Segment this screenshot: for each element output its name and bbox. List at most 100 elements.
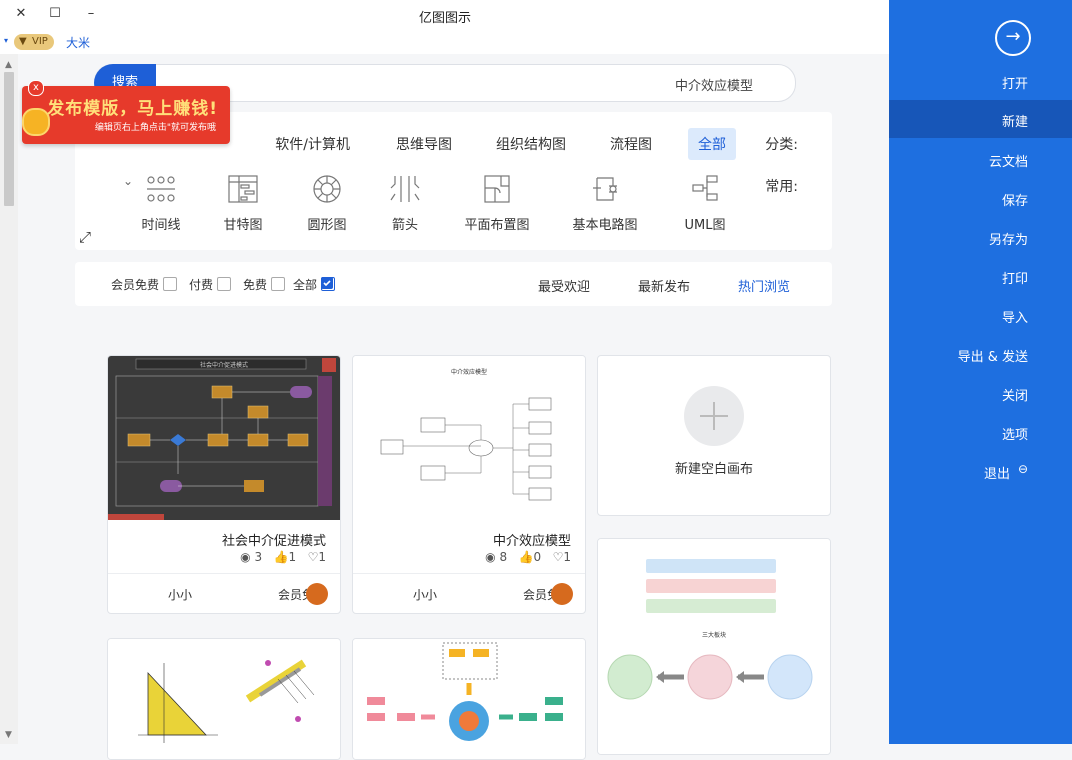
sidebar-item-label: 云文档 xyxy=(988,155,1028,170)
filter-member-free[interactable]: 会员免费 xyxy=(111,276,178,293)
sidebar-item-label: 退出 xyxy=(983,467,1010,482)
sidebar-item-open[interactable]: 打开 xyxy=(889,62,1072,100)
new-blank-canvas-card[interactable]: 新建空白画布 xyxy=(597,355,831,516)
sidebar-item-new[interactable]: 新建 xyxy=(889,100,1072,138)
sort-popular[interactable]: 最受欢迎 xyxy=(538,276,590,295)
search-query[interactable]: 中介效应模型 xyxy=(675,75,753,94)
checkbox-icon[interactable] xyxy=(217,277,232,291)
category-all[interactable]: 全部 xyxy=(688,128,736,160)
scroll-down-icon[interactable]: ▼ xyxy=(5,730,12,740)
sort-hot[interactable]: 热门浏览 xyxy=(738,276,790,295)
avatar[interactable] xyxy=(551,583,573,605)
user-name[interactable]: 大米 xyxy=(66,34,90,51)
checkbox-icon[interactable] xyxy=(163,277,178,291)
sidebar-item-label: 打印 xyxy=(1001,272,1028,287)
dropdown-icon[interactable]: ▾ xyxy=(4,36,8,45)
promo-headline: 发布模版，马上赚钱! xyxy=(47,99,218,119)
template-thumbnail: 中介效应模型 xyxy=(353,356,585,520)
fav-count: 1 xyxy=(318,550,326,564)
scroll-thumb[interactable] xyxy=(4,72,14,206)
common-timeline-label: 时间线 xyxy=(141,218,181,233)
title-bar: ✕ ☐ – 亿图图示 xyxy=(0,0,890,30)
like-icon[interactable]: 👍 xyxy=(274,550,289,564)
sidebar-item-export[interactable]: 导出 & 发送 xyxy=(889,335,1072,373)
checkbox-checked-icon[interactable] xyxy=(321,277,336,291)
circle-diagram-icon xyxy=(313,175,341,203)
sidebar-item-save-as[interactable]: 另存为 xyxy=(889,218,1072,256)
common-circuit[interactable]: 基本电路图 xyxy=(559,174,651,233)
sidebar-item-label: 导出 & 发送 xyxy=(957,350,1028,365)
sidebar-item-close[interactable]: 关闭 xyxy=(889,374,1072,412)
like-count: 1 xyxy=(288,550,297,564)
category-label: 分类: xyxy=(765,137,798,153)
filter-free[interactable]: 免费 xyxy=(243,276,286,293)
vip-badge[interactable]: ▼ VIP xyxy=(14,34,54,50)
sidebar-item-options[interactable]: 选项 xyxy=(889,413,1072,451)
card-footer: 会员免费 小小 xyxy=(353,573,585,613)
promo-close-button[interactable]: x xyxy=(28,80,44,96)
template-title: 社会中介促进模式 xyxy=(221,534,326,549)
common-floorplan[interactable]: 平面布置图 xyxy=(451,174,543,233)
expand-icon[interactable]: ⤢ xyxy=(79,228,91,246)
sidebar-item-import[interactable]: 导入 xyxy=(889,296,1072,334)
category-org-chart[interactable]: 组织结构图 xyxy=(486,128,576,160)
thumb-title: 社会中介促进模式 xyxy=(200,361,248,369)
window-title: 亿图图示 xyxy=(418,11,471,26)
common-floorplan-label: 平面布置图 xyxy=(464,218,530,233)
sort-bar: 热门浏览 最新发布 最受欢迎 全部 免费 付费 会员免费 xyxy=(75,262,832,306)
template-thumbnail: 社会中介促进模式 xyxy=(108,356,340,520)
card-footer: 会员免费 小小 xyxy=(108,573,340,613)
sidebar-item-save[interactable]: 保存 xyxy=(889,179,1072,217)
filter-paid[interactable]: 付费 xyxy=(189,276,232,293)
filter-all[interactable]: 全部 xyxy=(293,276,336,293)
common-label: 常用: xyxy=(765,179,798,195)
scroll-up-icon[interactable]: ▲ xyxy=(5,60,12,70)
filter-free-label: 免费 xyxy=(243,278,268,292)
sidebar-item-cloud-docs[interactable]: 云文档 xyxy=(889,140,1072,178)
thumb-title: 中介效应模型 xyxy=(451,368,487,376)
promo-banner[interactable]: 发布模版，马上赚钱! 编辑页右上角点击"就可发布哦 xyxy=(22,86,230,144)
back-arrow-icon[interactable]: → xyxy=(995,20,1031,56)
filter-all-label: 全部 xyxy=(293,278,318,292)
author-name[interactable]: 小小 xyxy=(168,586,192,603)
category-software[interactable]: 软件/计算机 xyxy=(265,128,360,160)
template-thumbnail xyxy=(108,639,340,759)
plus-icon[interactable] xyxy=(684,386,744,446)
sort-newest[interactable]: 最新发布 xyxy=(638,276,690,295)
checkbox-icon[interactable] xyxy=(271,277,286,291)
heart-icon[interactable]: ♡ xyxy=(553,550,564,564)
category-mind-map[interactable]: 思维导图 xyxy=(386,128,462,160)
sidebar-item-label: 打开 xyxy=(1001,77,1028,92)
template-card-three-boards[interactable]: 三大板块 xyxy=(597,538,831,755)
coin-icon xyxy=(22,108,50,136)
common-circle[interactable]: 圆形图 xyxy=(281,174,373,233)
category-flowchart[interactable]: 流程图 xyxy=(600,128,662,160)
view-count: 3 xyxy=(254,550,263,564)
sidebar-item-label: 选项 xyxy=(1001,428,1028,443)
like-icon[interactable]: 👍 xyxy=(519,550,534,564)
arrow-icon xyxy=(390,176,420,202)
avatar[interactable] xyxy=(306,583,328,605)
eye-icon: ◉ xyxy=(485,550,496,564)
timeline-icon xyxy=(147,176,175,202)
author-name[interactable]: 小小 xyxy=(413,586,437,603)
sidebar: → 打开 新建 云文档 保存 另存为 打印 导入 导出 & 发送 关闭 选项 退… xyxy=(889,0,1072,744)
template-card-cycle[interactable] xyxy=(352,638,586,760)
filter-member-free-label: 会员免费 xyxy=(111,278,160,292)
template-thumbnail: 三大板块 xyxy=(598,539,830,754)
sidebar-item-print[interactable]: 打印 xyxy=(889,257,1072,295)
common-gantt[interactable]: 甘特图 xyxy=(197,174,289,233)
collapse-chevron-icon[interactable]: ⌄ xyxy=(123,174,133,188)
heart-icon[interactable]: ♡ xyxy=(308,550,319,564)
eye-icon: ◉ xyxy=(240,550,251,564)
common-circle-label: 圆形图 xyxy=(307,218,347,233)
template-card-mediation[interactable]: 中介效应模型 中介效应模型 ◉ 8 👍0 ♡1 会员免费 小小 xyxy=(352,355,586,614)
template-card-geometry[interactable] xyxy=(107,638,341,760)
template-stats: ◉ 8 👍0 ♡1 xyxy=(353,550,571,564)
common-uml[interactable]: UML图 xyxy=(659,174,751,233)
sidebar-item-exit[interactable]: 退出 ⊖ xyxy=(889,452,1072,490)
uml-icon xyxy=(692,175,718,201)
exit-icon: ⊖ xyxy=(1017,462,1028,476)
common-gantt-label: 甘特图 xyxy=(223,218,263,233)
template-card-society[interactable]: 社会中介促进模式 社会中介促进模式 ◉ 3 👍1 ♡1 会员免费 小小 xyxy=(107,355,341,614)
